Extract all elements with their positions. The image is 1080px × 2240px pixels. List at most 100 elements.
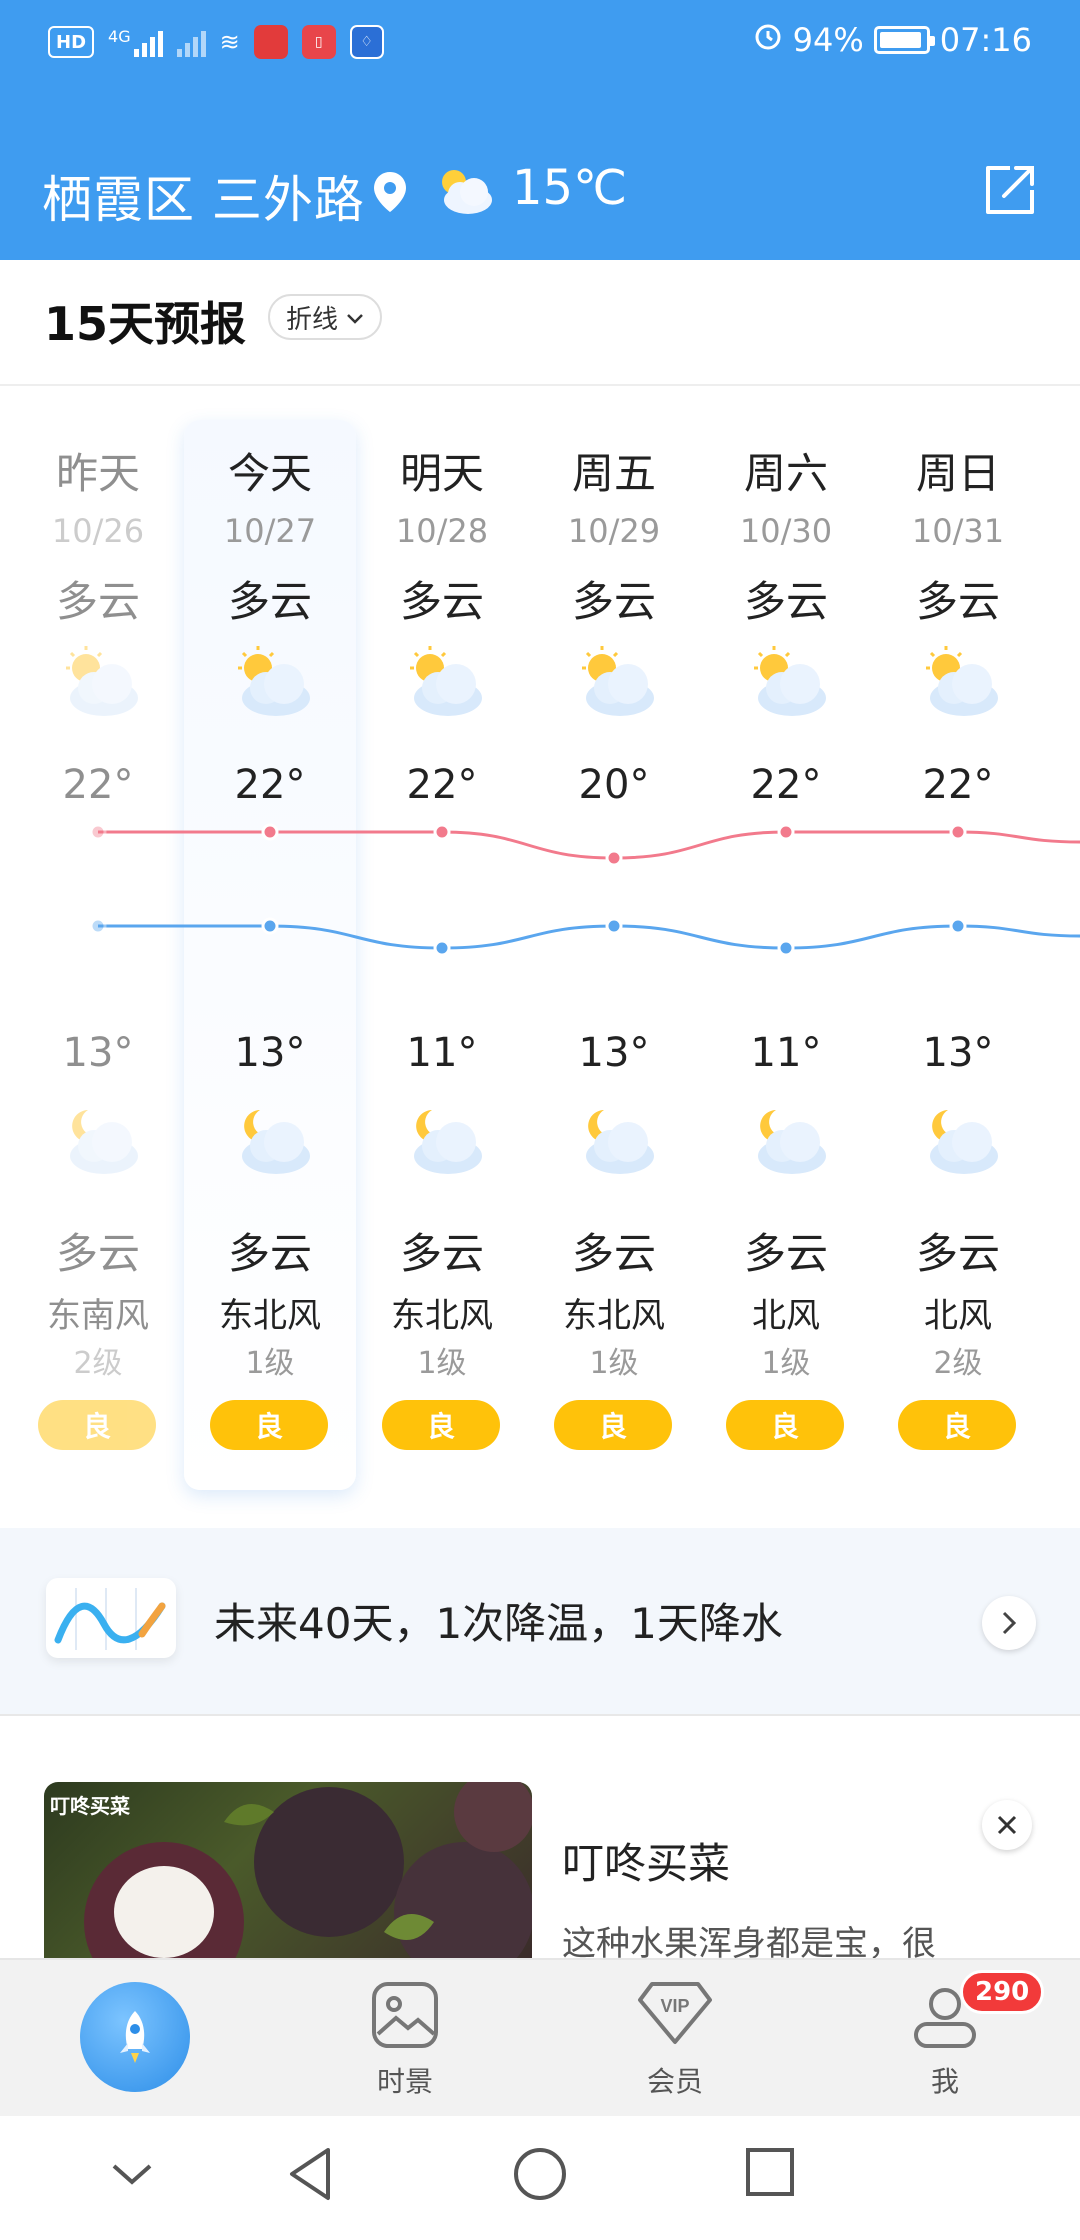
aqi-badge[interactable]: 良 — [726, 1400, 844, 1450]
nav-me-label: 我 — [930, 2065, 959, 2098]
ad-image-tag: 叮咚买菜 — [50, 1794, 130, 1818]
partly-cloudy-day-icon — [402, 642, 486, 726]
day-column[interactable]: 周日 10/31 多云 22° 13° 多云 北风 2级良 — [872, 400, 1044, 1500]
partly-cloudy-night-icon — [918, 1100, 1002, 1184]
day-date: 10/26 — [51, 512, 145, 550]
share-icon[interactable] — [980, 160, 1040, 224]
night-condition: 多云 — [399, 1229, 484, 1278]
day-name: 明天 — [399, 449, 484, 498]
partly-cloudy-night-icon — [58, 1100, 142, 1184]
wind-level: 1级 — [589, 1346, 639, 1381]
ad-description[interactable]: 这种水果浑身都是宝，很 — [562, 1916, 936, 1960]
forty-day-banner[interactable]: 未来40天，1次降温，1天降水 — [0, 1528, 1080, 1716]
aqi-badge[interactable]: 良 — [382, 1400, 500, 1450]
night-condition: 多云 — [743, 1229, 828, 1278]
day-name: 今天 — [227, 449, 312, 498]
nav-home[interactable] — [0, 1960, 270, 2118]
nav-scenes[interactable]: 时景 — [270, 1960, 540, 2118]
nav-vip[interactable]: VIP 会员 — [540, 1960, 810, 2118]
chart-mode-dropdown[interactable]: 折线 — [268, 294, 383, 340]
partly-cloudy-night-icon — [746, 1100, 830, 1184]
nav-scenes-label: 时景 — [376, 2065, 433, 2098]
day-column[interactable]: 周五 10/29 多云 20° 13° 多云 东北风 1级良 — [528, 400, 700, 1500]
ad-title[interactable]: 叮咚买菜 — [562, 1830, 730, 1891]
day-condition: 多云 — [571, 577, 656, 626]
day-column[interactable]: 昨天 10/26 多云 22° 13° 多云 东南风 2级良 — [12, 400, 184, 1500]
chevron-right-icon[interactable] — [982, 1596, 1036, 1650]
day-condition: 多云 — [915, 577, 1000, 626]
nav-me[interactable]: 290 我 — [810, 1960, 1080, 2118]
day-condition: 多云 — [227, 577, 312, 626]
image-icon — [370, 1980, 440, 2054]
ad-card[interactable]: 叮咚买菜 叮咚买菜 这种水果浑身都是宝，很 — [0, 1744, 1080, 1960]
recents-square-icon[interactable] — [744, 2146, 796, 2202]
day-date: 10/27 — [223, 512, 317, 550]
wind-level: 1级 — [761, 1346, 811, 1381]
ad-image[interactable]: 叮咚买菜 — [44, 1782, 532, 1960]
location-bar: 栖霞区 三外路 15℃ — [0, 140, 1080, 240]
night-condition: 多云 — [55, 1229, 140, 1278]
aqi-badge[interactable]: 良 — [898, 1400, 1016, 1450]
day-column[interactable]: 今天 10/27 多云 22° 13° 多云 东北风 1级良 — [184, 400, 356, 1500]
day-column[interactable]: 明天 10/28 多云 22° 11° 多云 东北风 1级良 — [356, 400, 528, 1500]
partly-cloudy-day-icon — [230, 642, 314, 726]
day-date: 10/31 — [911, 512, 1005, 550]
aqi-badge[interactable]: 良 — [38, 1400, 156, 1450]
day-name: 昨天 — [55, 449, 140, 498]
location-pin-icon[interactable] — [372, 170, 408, 218]
clock: 07:16 — [939, 21, 1032, 59]
notification-icon: ≋ — [219, 28, 240, 56]
low-temp: 11° — [750, 1030, 822, 1076]
partly-cloudy-night-icon — [230, 1100, 314, 1184]
high-temp: 22° — [922, 762, 994, 808]
battery-icon — [873, 26, 935, 54]
low-temp: 13° — [62, 1030, 134, 1076]
forecast-header: 15天预报 折线 — [0, 260, 1080, 386]
wind-direction: 东北风 — [391, 1296, 493, 1336]
location-name[interactable]: 栖霞区 三外路 — [42, 160, 365, 232]
huawei-app-icon — [253, 25, 288, 59]
system-nav-bar — [0, 2116, 1080, 2240]
low-temp: 11° — [406, 1030, 478, 1076]
day-condition: 多云 — [55, 577, 140, 626]
alarm-icon — [753, 21, 783, 59]
forecast-grid[interactable]: 昨天 10/26 多云 22° 13° 多云 东南风 2级良 今天 10/27 多云 22° 13° 多云… — [0, 400, 1080, 1500]
reader-app-icon: ▯ — [301, 25, 336, 59]
collapse-icon[interactable] — [110, 2160, 154, 2192]
day-date: 10/29 — [567, 512, 661, 550]
home-circle-icon[interactable] — [512, 2146, 568, 2206]
night-condition: 多云 — [915, 1229, 1000, 1278]
aqi-badge[interactable]: 良 — [210, 1400, 328, 1450]
status-right: 94% 07:16 — [753, 18, 1032, 62]
status-bar: HD 4G ≋ ▯ ♢ 94% 07:16 — [0, 0, 1080, 80]
back-icon[interactable] — [286, 2146, 334, 2206]
partly-cloudy-night-icon — [402, 1100, 486, 1184]
day-date: 10/30 — [739, 512, 833, 550]
bulb-app-icon: ♢ — [349, 25, 384, 59]
low-temp: 13° — [234, 1030, 306, 1076]
day-condition: 多云 — [399, 577, 484, 626]
wind-level: 1级 — [245, 1346, 295, 1381]
wind-direction: 北风 — [924, 1296, 992, 1336]
day-condition: 多云 — [743, 577, 828, 626]
day-name: 周五 — [571, 449, 656, 498]
wind-level: 1级 — [417, 1346, 467, 1381]
partly-cloudy-day-icon — [58, 642, 142, 726]
rocket-icon[interactable] — [80, 1982, 190, 2092]
aqi-badge[interactable]: 良 — [554, 1400, 672, 1450]
night-condition: 多云 — [571, 1229, 656, 1278]
wind-direction: 东北风 — [563, 1296, 665, 1336]
day-name: 周六 — [743, 449, 828, 498]
top-header: HD 4G ≋ ▯ ♢ 94% 07:16 栖霞区 三外路 15℃ — [0, 0, 1080, 260]
low-temp: 13° — [578, 1030, 650, 1076]
chart-mode-label: 折线 — [286, 304, 339, 335]
nav-vip-label: 会员 — [646, 2065, 703, 2098]
partly-cloudy-icon — [432, 162, 496, 222]
day-column[interactable]: 周六 10/30 多云 22° 11° 多云 北风 1级良 — [700, 400, 872, 1500]
current-temperature: 15℃ — [512, 160, 627, 216]
bottom-nav: 时景 VIP 会员 290 我 — [0, 1958, 1080, 2116]
close-icon[interactable] — [982, 1800, 1032, 1850]
forecast-title: 15天预报 — [44, 297, 247, 351]
partly-cloudy-day-icon — [746, 642, 830, 726]
day-date: 10/28 — [395, 512, 489, 550]
